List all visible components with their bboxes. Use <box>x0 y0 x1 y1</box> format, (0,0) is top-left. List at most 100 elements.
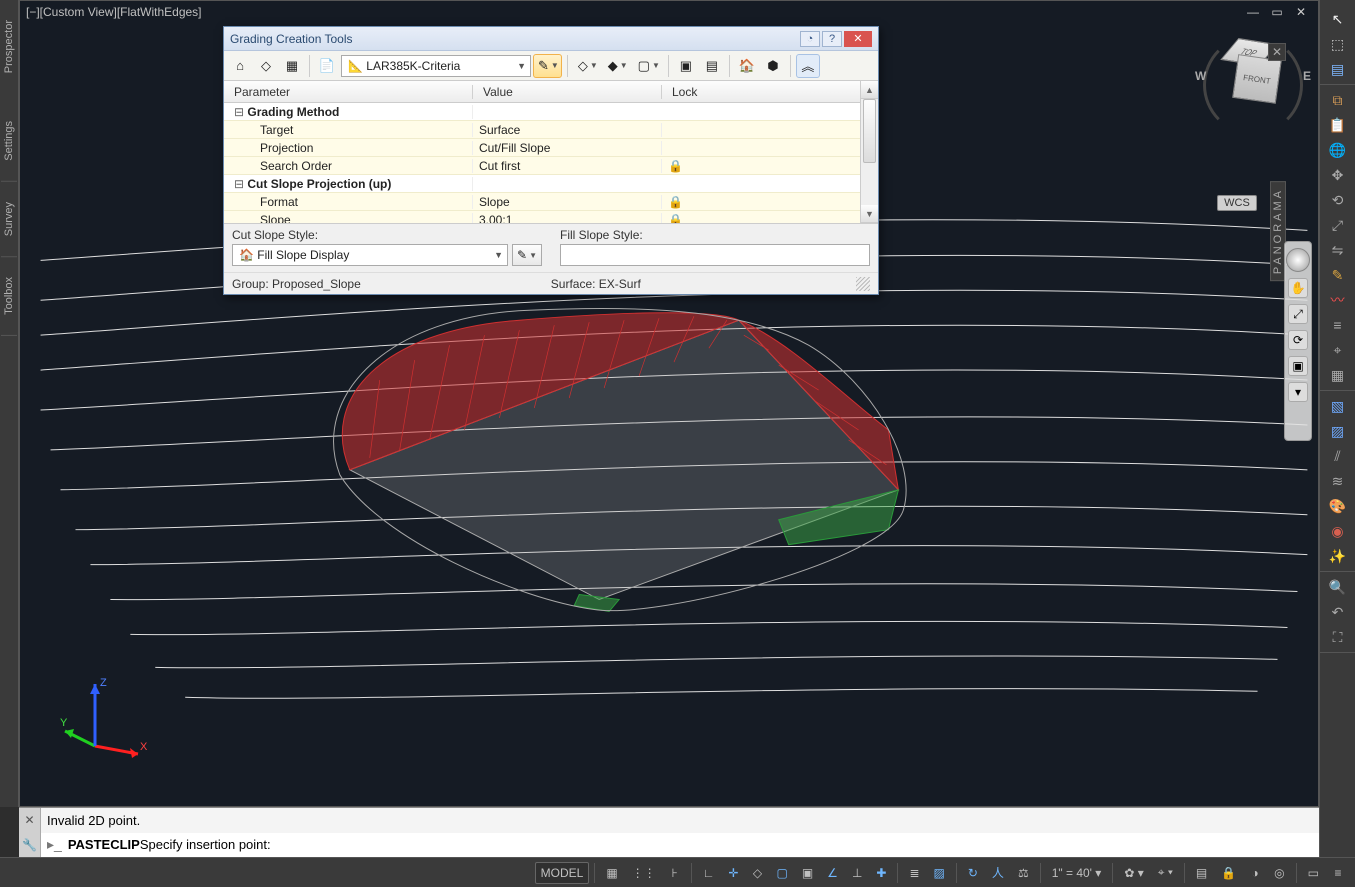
transparency-toggle[interactable]: ▨ <box>928 862 951 884</box>
command-close-button[interactable]: ✕ <box>19 808 40 833</box>
scroll-up-button[interactable]: ▲ <box>861 81 878 99</box>
set-grading-layer-button[interactable]: ▦ <box>280 54 304 78</box>
annotation-scale-toggle[interactable]: ⚖ <box>1012 862 1035 884</box>
lock-ui-toggle[interactable]: 🔒 <box>1215 862 1242 884</box>
param-value[interactable]: 3.00:1 <box>473 213 662 224</box>
materials-icon[interactable]: ◉ <box>1325 520 1351 542</box>
edit-grading-button[interactable]: ◆▼ <box>603 54 631 78</box>
dialog-close-button[interactable]: ✕ <box>844 31 872 47</box>
cut-slope-style-edit-button[interactable]: ✎▼ <box>512 244 542 266</box>
clean-screen-toggle[interactable]: ▭ <box>1302 862 1325 884</box>
create-surface-button[interactable]: ⬢ <box>761 54 785 78</box>
command-input-line[interactable]: ▸_ PASTECLIP Specify insertion point: <box>41 833 1319 858</box>
osnap-toggle[interactable]: ▢ <box>770 862 793 884</box>
param-value[interactable]: Cut first <box>473 159 662 173</box>
param-value[interactable]: Surface <box>473 123 662 137</box>
grading-properties-button[interactable]: ▤ <box>700 54 724 78</box>
expand-collapse-button[interactable]: ︽ <box>796 54 820 78</box>
row-projection[interactable]: Projection Cut/Fill Slope <box>224 139 860 157</box>
dynamic-input-toggle[interactable]: ✚ <box>870 862 892 884</box>
corridor-icon[interactable]: ≋ <box>1325 470 1351 492</box>
create-grading-button[interactable]: ◇▼ <box>573 54 601 78</box>
align-icon[interactable]: ≡ <box>1325 314 1351 336</box>
set-target-surface-button[interactable]: ◇ <box>254 54 278 78</box>
scroll-thumb[interactable] <box>863 99 876 163</box>
header-parameter[interactable]: Parameter <box>224 85 473 99</box>
group-grading-method[interactable]: Grading Method <box>224 103 860 121</box>
polar-tracking-toggle[interactable]: ✛ <box>722 862 744 884</box>
pen-icon[interactable]: ✎ <box>1325 264 1351 286</box>
isolate-objects-button[interactable]: ◎ <box>1268 862 1290 884</box>
copy-icon[interactable]: ⧉ <box>1325 89 1351 111</box>
cut-slope-style-combo[interactable]: 🏠 Fill Slope Display ▼ <box>232 244 508 266</box>
viewcube[interactable]: W E TOP FRONT WCS <box>1194 21 1312 211</box>
grid-icon[interactable]: ▦ <box>1325 364 1351 386</box>
mirror-icon[interactable]: ⇋ <box>1325 239 1351 261</box>
row-format[interactable]: Format Slope 🔒 <box>224 193 860 211</box>
criteria-edit-button[interactable]: ✎▼ <box>533 54 562 78</box>
scale-icon[interactable]: ⤢ <box>1325 214 1351 236</box>
row-slope[interactable]: Slope 3.00:1 🔒 <box>224 211 860 223</box>
grid-display-toggle[interactable]: ▦ <box>600 862 623 884</box>
lock-icon[interactable]: 🔒 <box>662 213 860 224</box>
orbit-button[interactable]: ⟳ <box>1288 330 1308 350</box>
group-cut-slope-projection[interactable]: Cut Slope Projection (up) <box>224 175 860 193</box>
dynamic-ucs-toggle[interactable]: ⊥ <box>846 862 868 884</box>
workspace-switching-button[interactable]: ✿ ▾ <box>1118 862 1149 884</box>
isodraft-toggle[interactable]: ◇ <box>746 862 768 884</box>
osnap-tracking-toggle[interactable]: ∠ <box>821 862 844 884</box>
dialog-pin-button[interactable]: ◔ <box>800 31 820 47</box>
scroll-down-button[interactable]: ▼ <box>861 205 878 223</box>
grading-group-properties-button[interactable]: 🏠 <box>735 54 759 78</box>
header-lock[interactable]: Lock <box>662 85 860 99</box>
criteria-combo[interactable]: 📐 LAR385K-Criteria ▼ <box>341 55 531 77</box>
fill-slope-style-combo[interactable] <box>560 244 870 266</box>
grading-tools-button[interactable]: ▢▼ <box>633 54 663 78</box>
header-value[interactable]: Value <box>473 85 662 99</box>
property-grid-scrollbar[interactable]: ▲ ▼ <box>860 81 878 223</box>
cursor-icon[interactable]: ↖ <box>1325 8 1351 30</box>
pan-button[interactable]: ✋ <box>1288 278 1308 298</box>
wcs-badge[interactable]: WCS <box>1217 195 1257 211</box>
lock-icon[interactable]: 🔒 <box>662 195 860 209</box>
rotate-icon[interactable]: ⟲ <box>1325 189 1351 211</box>
zoom-extents-button[interactable]: ⤢ <box>1288 304 1308 324</box>
param-value[interactable]: Slope <box>473 195 662 209</box>
model-space-button[interactable]: MODEL <box>535 862 590 884</box>
compass-west-label[interactable]: W <box>1195 69 1206 83</box>
select-icon[interactable]: ⬚ <box>1325 33 1351 55</box>
dialog-titlebar[interactable]: Grading Creation Tools ◔ ? ✕ <box>224 27 878 51</box>
zoom-previous-icon[interactable]: ↶ <box>1325 601 1351 623</box>
navbar-expand-button[interactable]: ▾ <box>1288 382 1308 402</box>
infer-constraints-toggle[interactable]: ⊦ <box>664 862 686 884</box>
lineweight-toggle[interactable]: ≣ <box>903 862 925 884</box>
zoom-all-icon[interactable]: ⛶ <box>1325 626 1351 648</box>
annotation-scale-button[interactable]: 1" = 40' ▾ <box>1046 862 1108 884</box>
param-value[interactable]: Cut/Fill Slope <box>473 141 662 155</box>
annotation-monitor-toggle[interactable]: 人 <box>986 862 1010 884</box>
path-icon[interactable]: 〰 <box>1325 289 1351 311</box>
row-search-order[interactable]: Search Order Cut first 🔒 <box>224 157 860 175</box>
tab-survey[interactable]: Survey <box>1 182 17 257</box>
3dosnap-toggle[interactable]: ▣ <box>796 862 819 884</box>
surface-icon[interactable]: ▨ <box>1325 420 1351 442</box>
dialog-resize-grip[interactable] <box>856 277 870 291</box>
hardware-accel-toggle[interactable]: ◑ <box>1244 862 1266 884</box>
section-icon[interactable]: ▧ <box>1325 395 1351 417</box>
tab-prospector[interactable]: Prospector <box>1 0 17 101</box>
globe-icon[interactable]: 🌐 <box>1325 139 1351 161</box>
selection-cycling-toggle[interactable]: ↻ <box>962 862 984 884</box>
row-target[interactable]: Target Surface <box>224 121 860 139</box>
select-criteria-set-button[interactable]: 📄 <box>315 54 339 78</box>
palette-icon[interactable]: 🎨 <box>1325 495 1351 517</box>
units-button[interactable]: ⌖ ▾ <box>1152 862 1179 884</box>
profile-icon[interactable]: ⫽ <box>1325 445 1351 467</box>
ortho-toggle[interactable]: ∟ <box>697 862 721 884</box>
customization-button[interactable]: ≡ <box>1327 862 1349 884</box>
grading-volume-tools-button[interactable]: ▣ <box>674 54 698 78</box>
tab-settings[interactable]: Settings <box>1 101 17 182</box>
set-grading-group-button[interactable]: ⌂ <box>228 54 252 78</box>
command-options-button[interactable]: 🔧 <box>19 833 40 858</box>
steering-wheel-button[interactable] <box>1286 248 1310 272</box>
quick-properties-toggle[interactable]: ▤ <box>1190 862 1213 884</box>
